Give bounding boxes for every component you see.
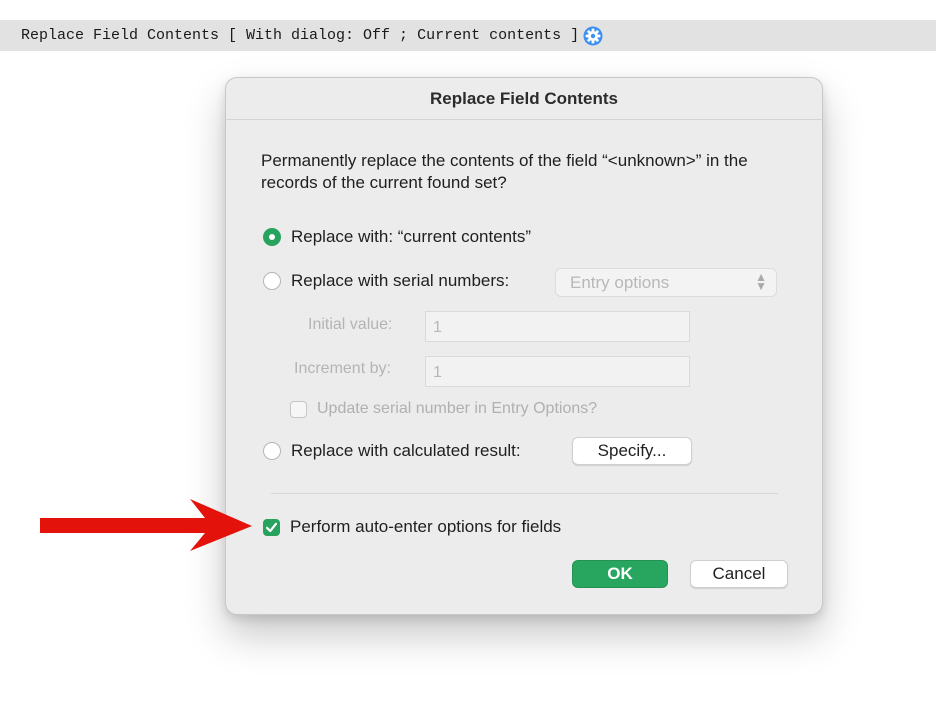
auto-enter-checkbox-row[interactable]: Perform auto-enter options for fields [263, 517, 561, 537]
auto-enter-checkbox[interactable] [263, 518, 280, 536]
up-down-chevron-icon: ▲ ▼ [755, 270, 767, 293]
radio-indicator[interactable] [263, 442, 281, 460]
red-arrow-icon [40, 499, 252, 551]
replace-field-contents-dialog: Replace Field Contents Permanently repla… [225, 77, 823, 615]
checkmark-icon [265, 522, 278, 532]
initial-value-label: Initial value: [308, 316, 393, 333]
divider [271, 493, 778, 494]
update-serial-label: Update serial number in Entry Options? [317, 400, 598, 417]
auto-enter-label: Perform auto-enter options for fields [290, 517, 562, 536]
script-step-line[interactable]: Replace Field Contents [ With dialog: Of… [0, 20, 936, 51]
initial-value-field[interactable]: 1 [425, 311, 690, 342]
entry-options-popup[interactable]: Entry options ▲ ▼ [555, 268, 777, 297]
cancel-button[interactable]: Cancel [690, 560, 788, 588]
dialog-title: Replace Field Contents [226, 78, 822, 120]
increment-by-label: Increment by: [294, 360, 391, 377]
update-serial-checkbox[interactable] [290, 400, 307, 418]
radio-replace-current[interactable]: Replace with: “current contents” [263, 227, 531, 247]
radio-indicator[interactable] [263, 272, 281, 290]
radio-replace-calc-label: Replace with calculated result: [291, 441, 521, 460]
radio-selected-indicator[interactable] [263, 228, 281, 246]
increment-by-field[interactable]: 1 [425, 356, 690, 387]
ok-button[interactable]: OK [572, 560, 668, 588]
dialog-message: Permanently replace the contents of the … [261, 151, 748, 192]
radio-replace-serial[interactable]: Replace with serial numbers: [263, 271, 509, 291]
radio-replace-current-label: Replace with: “current contents” [291, 227, 531, 246]
specify-button[interactable]: Specify... [572, 437, 692, 465]
radio-replace-calc[interactable]: Replace with calculated result: [263, 441, 521, 461]
entry-options-value: Entry options [570, 272, 670, 292]
script-step-text: Replace Field Contents [ With dialog: Of… [21, 27, 580, 44]
update-serial-checkbox-row[interactable]: Update serial number in Entry Options? [290, 400, 597, 418]
radio-replace-serial-label: Replace with serial numbers: [291, 271, 510, 290]
gear-icon[interactable] [583, 26, 603, 46]
